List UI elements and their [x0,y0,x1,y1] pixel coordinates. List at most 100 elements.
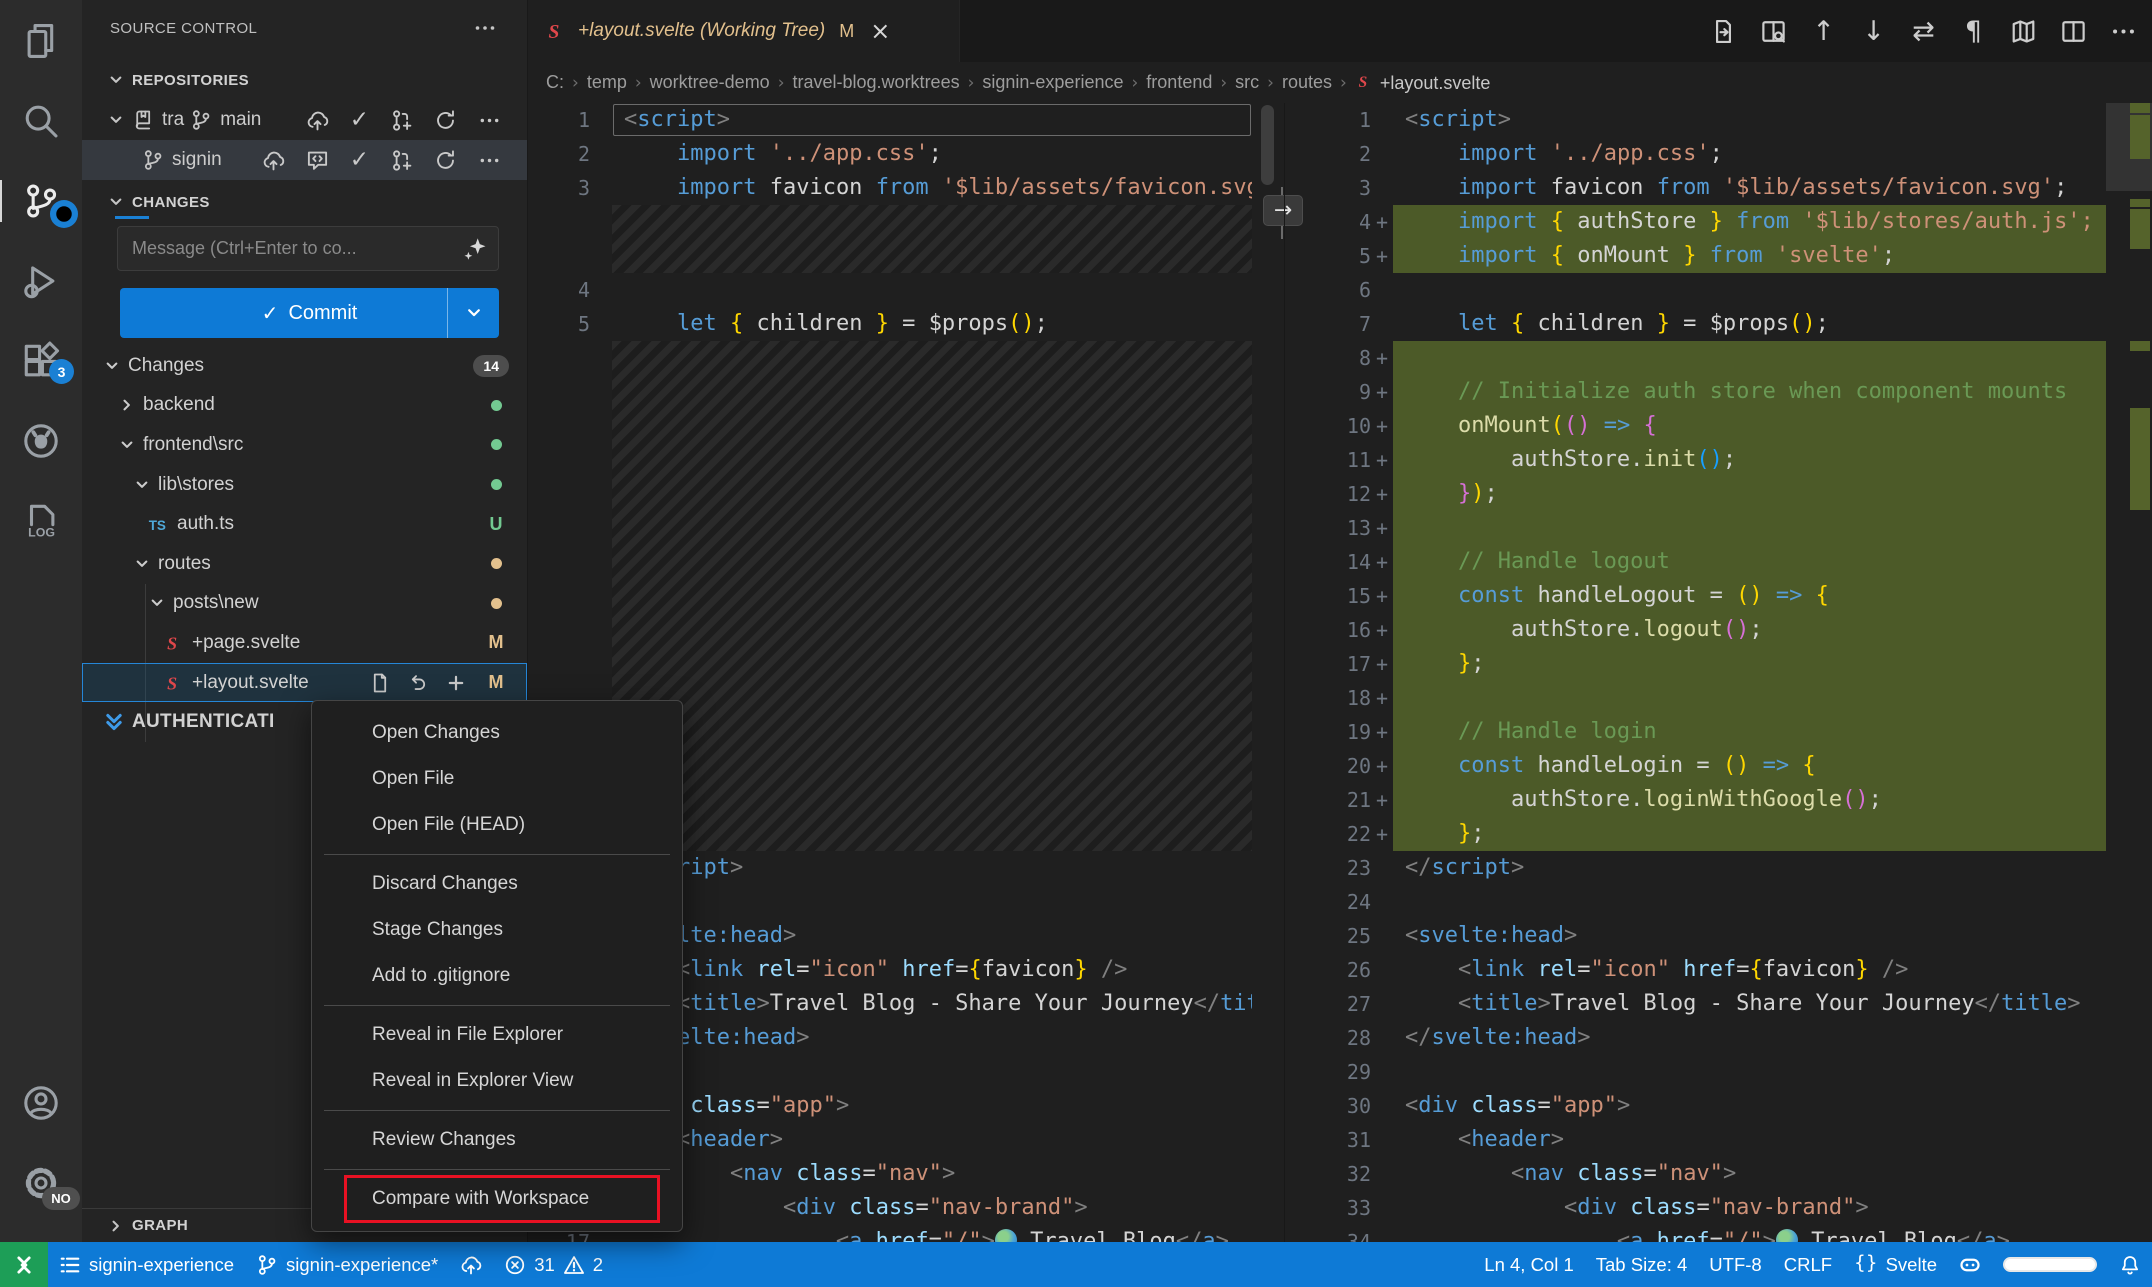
activity-item-source-control[interactable] [0,172,82,230]
menu-item-add-to-gitignore[interactable]: Add to .gitignore [312,953,682,999]
status-item-copilot-status[interactable] [1948,1242,1992,1287]
activity-item-search[interactable] [0,92,82,150]
breadcrumb-segment[interactable]: travel-blog.worktrees [793,72,960,93]
comment-code-icon[interactable] [306,149,329,172]
tree-row-frontend-src[interactable]: frontend\src [82,425,527,465]
menu-item-open-changes[interactable]: Open Changes [312,710,682,756]
tree-label: Changes [128,355,204,377]
tree-row-layout-svelte[interactable]: S+layout.svelteM [82,663,527,703]
breadcrumb-segment[interactable]: worktree-demo [650,72,770,93]
map-icon[interactable] [2007,15,2040,48]
commit-message-input[interactable] [117,226,499,271]
open-file-icon[interactable] [369,672,391,694]
breadcrumb-segment[interactable]: signin-experience [982,72,1123,93]
status-item-language-mode[interactable]: {}Svelte [1843,1242,1948,1287]
more-actions-icon[interactable] [473,16,497,40]
breadcrumb-segment[interactable]: frontend [1146,72,1212,93]
menu-item-open-file-head-[interactable]: Open File (HEAD) [312,802,682,848]
tree-row-lib-stores[interactable]: lib\stores [82,465,527,505]
tree-row-posts-new[interactable]: posts\new [82,584,527,624]
activity-item-log-viewer[interactable]: LOG [0,492,82,550]
status-item-worktree[interactable]: signin-experience [48,1242,245,1287]
copilot-icon [1959,1254,1981,1276]
refresh-icon[interactable] [434,109,457,132]
remote-indicator[interactable] [0,1242,48,1287]
status-item-notifications[interactable] [2108,1242,2152,1287]
changes-section-header[interactable]: CHANGES [82,186,527,218]
tree-row-backend[interactable]: backend [82,386,527,426]
pilcrow-icon[interactable]: ¶ [1957,15,1990,48]
arrow-up-icon[interactable]: ↑ [1807,15,1840,48]
status-item-branch[interactable]: signin-experience* [245,1242,449,1287]
breadcrumb-segment[interactable]: C: [546,72,564,93]
tree-row-changes-root[interactable]: Changes14 [82,346,527,386]
vscode-window: 3LOGNO SOURCE CONTROL REPOSITORIES trama… [0,0,2152,1287]
check-icon[interactable]: ✓ [350,109,369,132]
minimap[interactable] [2106,103,2152,1242]
activity-item-explorer[interactable] [0,12,82,70]
activity-item-extensions[interactable]: 3 [0,332,82,390]
go-to-file-icon[interactable] [1707,15,1740,48]
tree-row-page-svelte[interactable]: S+page.svelteM [82,623,527,663]
sparkle-icon[interactable] [463,236,487,260]
chevron-right-icon: › [778,73,785,93]
cloud-upload-icon[interactable] [306,109,329,132]
status-item-cursor-position[interactable]: Ln 4, Col 1 [1473,1242,1584,1287]
menu-item-review-changes[interactable]: Review Changes [312,1117,682,1163]
repositories-section-header[interactable]: REPOSITORIES [82,64,527,96]
diff-modified-pane[interactable]: 1<script>2 import '../app.css';3 import … [1284,103,2152,1242]
check-icon[interactable]: ✓ [350,149,369,172]
chev-down-icon[interactable] [106,110,126,130]
more-icon[interactable] [478,149,501,172]
code-line-modified-10: 10+ onMount(() => { [1285,409,2106,443]
status-item-eol[interactable]: CRLF [1773,1242,1843,1287]
diff-review-icon[interactable] [1757,15,1790,48]
more-icon[interactable] [2107,15,2140,48]
status-item-encoding[interactable]: UTF-8 [1698,1242,1772,1287]
editor-toolbar: ↑ ↓ ⇄ ¶ [1707,0,2140,62]
breadcrumb-file[interactable]: S+layout.svelte [1355,72,1491,94]
breadcrumb-segment[interactable]: temp [587,72,627,93]
menu-item-reveal-in-explorer-view[interactable]: Reveal in Explorer View [312,1058,682,1104]
activity-item-run-debug[interactable] [0,252,82,310]
explorer-icon [22,22,60,60]
menu-item-stage-changes[interactable]: Stage Changes [312,907,682,953]
refresh-icon[interactable] [434,149,457,172]
activity-item-account[interactable] [0,1074,82,1132]
breadcrumb-segment[interactable]: routes [1282,72,1332,93]
menu-item-discard-changes[interactable]: Discard Changes [312,861,682,907]
cloud-upload-icon[interactable] [262,149,285,172]
git-pull-request-create-icon[interactable] [390,109,413,132]
menu-item-compare-with-workspace[interactable]: Compare with Workspace [312,1176,682,1222]
chevron-right-icon: › [1131,73,1138,93]
activity-item-settings[interactable]: NO [0,1154,82,1212]
more-icon[interactable] [478,109,501,132]
scrollbar-thumb[interactable] [1261,105,1274,185]
stage-plus-icon[interactable] [445,672,467,694]
repo-row-travel-blog[interactable]: tramain✓ [82,100,527,140]
menu-item-reveal-in-file-explorer[interactable]: Reveal in File Explorer [312,1012,682,1058]
tree-row-routes[interactable]: routes [82,544,527,584]
repo-row-signin-worktree[interactable]: signin✓ [82,140,527,180]
discard-icon[interactable] [407,672,429,694]
minimap-added-mark [2130,199,2150,207]
status-item-indentation[interactable]: Tab Size: 4 [1585,1242,1699,1287]
swap-icon[interactable]: ⇄ [1907,15,1940,48]
commit-button[interactable]: ✓ Commit [120,288,499,338]
status-item-publish-changes[interactable] [449,1242,493,1287]
tree-label: auth.ts [177,513,234,535]
tree-row-auth-ts[interactable]: TSauth.tsU [82,504,527,544]
status-item-progress-pill[interactable] [1992,1242,2108,1287]
split-editor-icon[interactable] [2057,15,2090,48]
menu-item-open-file[interactable]: Open File [312,756,682,802]
activity-item-github[interactable] [0,412,82,470]
status-item-problems[interactable]: 312 [493,1242,614,1287]
git-pull-request-create-icon[interactable] [390,149,413,172]
arrow-down-icon[interactable]: ↓ [1857,15,1890,48]
tab-layout-svelte[interactable]: S +layout.svelte (Working Tree) M × [528,0,960,62]
commit-dropdown-button[interactable] [447,288,499,338]
chev-right-icon [117,395,137,415]
close-icon[interactable]: × [870,17,890,45]
bell-icon [2119,1254,2141,1276]
breadcrumb-segment[interactable]: src [1235,72,1259,93]
